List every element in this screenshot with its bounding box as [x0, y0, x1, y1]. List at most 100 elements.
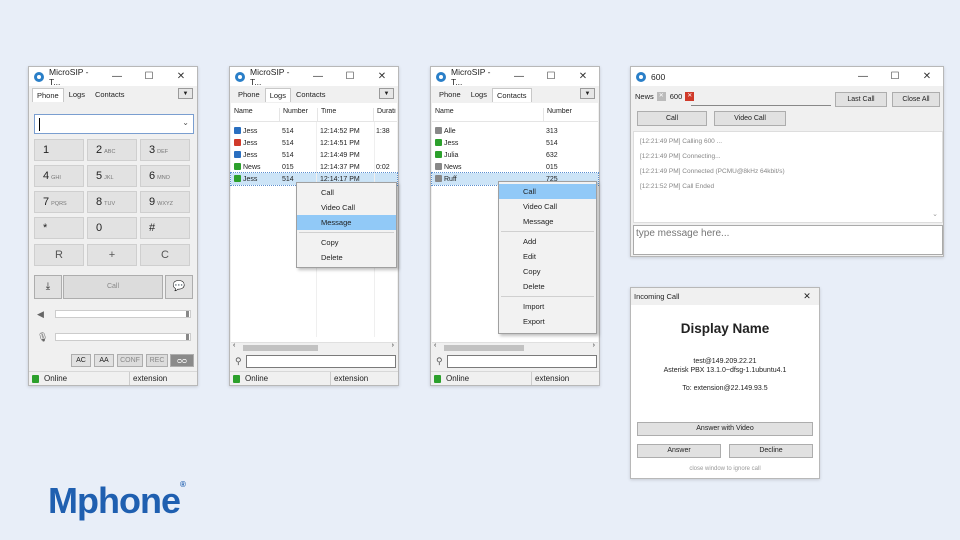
menu-dropdown-icon[interactable]: ▼ — [379, 88, 394, 99]
minimize-icon[interactable]: — — [847, 71, 879, 82]
transfer-button[interactable]: ⤓ — [34, 275, 62, 299]
column-name[interactable]: Name — [432, 108, 543, 121]
key-0[interactable]: 0 — [87, 217, 137, 239]
tab-phone[interactable]: Phone — [233, 87, 265, 102]
scroll-down-icon[interactable]: ⌄ — [932, 210, 938, 218]
column-name[interactable]: Name — [231, 108, 279, 121]
menu-item-call[interactable]: Call — [297, 185, 396, 200]
message-button[interactable]: 💬 — [165, 275, 193, 299]
tab-contacts[interactable]: Contacts — [291, 87, 331, 102]
key-star[interactable]: * — [34, 217, 84, 239]
menu-item-import[interactable]: Import — [499, 299, 596, 314]
resize-grip-icon[interactable] — [591, 372, 599, 385]
tab-600[interactable]: 600 — [670, 92, 683, 101]
last-call-button[interactable]: Last Call — [835, 92, 887, 107]
minimize-icon[interactable]: — — [503, 71, 535, 82]
key-6[interactable]: 6 MNO — [140, 165, 190, 187]
table-row[interactable]: Jess 514 12:14:49 PM — [231, 149, 397, 161]
menu-item-delete[interactable]: Delete — [297, 250, 396, 265]
table-row[interactable]: Jess 514 — [432, 137, 598, 149]
resize-grip-icon[interactable] — [189, 372, 197, 385]
table-row[interactable]: News 015 — [432, 161, 598, 173]
tab-contacts[interactable]: Contacts — [491, 88, 532, 102]
menu-item-video-call[interactable]: Video Call — [297, 200, 396, 215]
chat-video-call-button[interactable]: Video Call — [714, 111, 786, 126]
key-7[interactable]: 7 PQRS — [34, 191, 84, 213]
table-row[interactable]: News 015 12:14:37 PM 0:02 — [231, 161, 397, 173]
status-text[interactable]: Online — [245, 374, 268, 383]
menu-item-message[interactable]: Message — [499, 214, 596, 229]
clear-key[interactable]: C — [140, 244, 190, 266]
close-icon[interactable]: ✕ — [795, 291, 819, 302]
menu-item-call[interactable]: Call — [499, 184, 596, 199]
menu-dropdown-icon[interactable]: ▼ — [178, 88, 193, 99]
menu-item-edit[interactable]: Edit — [499, 249, 596, 264]
tab-phone[interactable]: Phone — [32, 88, 64, 102]
table-row[interactable]: Julia 632 — [432, 149, 598, 161]
menu-item-copy[interactable]: Copy — [297, 235, 396, 250]
maximize-icon[interactable]: ☐ — [535, 71, 567, 82]
call-button[interactable]: Call — [63, 275, 163, 299]
tab-contacts[interactable]: Contacts — [90, 87, 130, 102]
search-input[interactable] — [245, 354, 396, 368]
horizontal-scrollbar[interactable]: ‹ › — [231, 342, 397, 352]
plus-key[interactable]: + — [87, 244, 137, 266]
scroll-thumb[interactable] — [243, 345, 318, 351]
speaker-volume-slider[interactable] — [55, 310, 191, 318]
close-icon[interactable]: ✕ — [911, 71, 943, 82]
maximize-icon[interactable]: ☐ — [879, 71, 911, 82]
column-number[interactable]: Number — [279, 108, 317, 121]
tab-phone[interactable]: Phone — [434, 87, 466, 102]
key-2[interactable]: 2 ABC — [87, 139, 137, 161]
key-hash[interactable]: # — [140, 217, 190, 239]
maximize-icon[interactable]: ☐ — [133, 71, 165, 82]
status-text[interactable]: Online — [44, 374, 67, 383]
table-row[interactable]: Jess 514 12:14:51 PM — [231, 137, 397, 149]
message-input[interactable] — [633, 225, 943, 255]
search-input[interactable] — [446, 354, 597, 368]
column-time[interactable]: Time — [317, 108, 373, 121]
key-1[interactable]: 1 — [34, 139, 84, 161]
scroll-right-icon[interactable]: › — [593, 342, 595, 349]
rec-button[interactable]: REC — [146, 354, 168, 367]
mic-volume-slider[interactable] — [55, 333, 191, 341]
scroll-left-icon[interactable]: ‹ — [434, 342, 436, 349]
menu-item-add[interactable]: Add — [499, 234, 596, 249]
key-8[interactable]: 8 TUV — [87, 191, 137, 213]
minimize-icon[interactable]: — — [101, 71, 133, 82]
key-3[interactable]: 3 DEF — [140, 139, 190, 161]
scroll-right-icon[interactable]: › — [392, 342, 394, 349]
scroll-thumb[interactable] — [444, 345, 524, 351]
menu-item-video-call[interactable]: Video Call — [499, 199, 596, 214]
tab-logs[interactable]: Logs — [466, 87, 492, 102]
answer-button[interactable]: Answer — [637, 444, 721, 458]
close-icon[interactable]: ✕ — [366, 71, 398, 82]
resize-grip-icon[interactable] — [390, 372, 398, 385]
status-text[interactable]: Online — [446, 374, 469, 383]
scroll-left-icon[interactable]: ‹ — [233, 342, 235, 349]
close-icon[interactable]: ✕ — [165, 71, 197, 82]
menu-item-export[interactable]: Export — [499, 314, 596, 329]
aa-button[interactable]: AA — [94, 354, 114, 367]
chat-call-button[interactable]: Call — [637, 111, 707, 126]
close-all-button[interactable]: Close All — [892, 92, 940, 107]
table-row[interactable]: Alle 313 — [432, 125, 598, 137]
answer-with-video-button[interactable]: Answer with Video — [637, 422, 813, 436]
key-4[interactable]: 4 GHI — [34, 165, 84, 187]
close-icon[interactable]: ✕ — [567, 71, 599, 82]
tab-logs[interactable]: Logs — [64, 87, 90, 102]
key-5[interactable]: 5 JKL — [87, 165, 137, 187]
voicemail-button[interactable]: ᴑᴑ — [170, 354, 194, 367]
decline-button[interactable]: Decline — [729, 444, 813, 458]
minimize-icon[interactable]: — — [302, 71, 334, 82]
menu-item-delete[interactable]: Delete — [499, 279, 596, 294]
menu-item-message[interactable]: Message — [297, 215, 396, 230]
column-duration[interactable]: Durati — [373, 108, 397, 121]
tab-logs[interactable]: Logs — [264, 88, 291, 102]
menu-item-copy[interactable]: Copy — [499, 264, 596, 279]
dial-input[interactable]: ⌄ — [34, 114, 194, 134]
chevron-down-icon[interactable]: ⌄ — [182, 118, 189, 127]
menu-dropdown-icon[interactable]: ▼ — [580, 88, 595, 99]
key-9[interactable]: 9 WXYZ — [140, 191, 190, 213]
horizontal-scrollbar[interactable]: ‹ › — [432, 342, 598, 352]
